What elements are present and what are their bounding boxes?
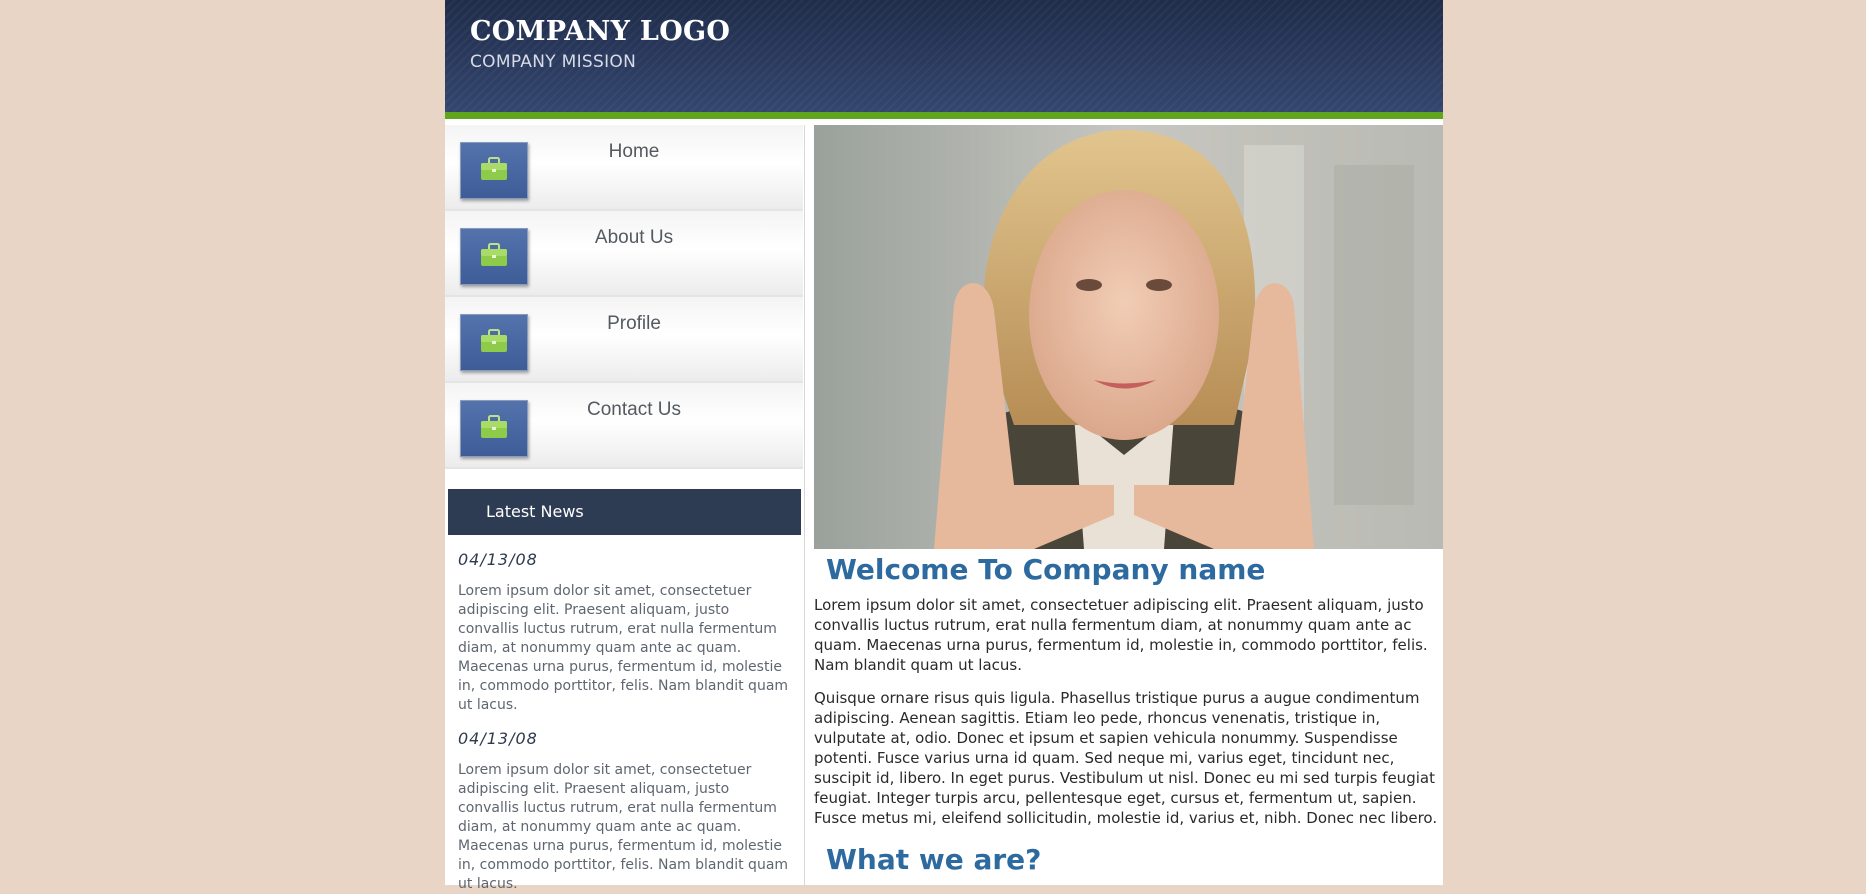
header-accent-line xyxy=(445,112,1443,119)
briefcase-icon xyxy=(460,400,528,457)
company-mission: COMPANY MISSION xyxy=(470,52,637,72)
latest-news-title: Latest News xyxy=(486,502,584,521)
nav-item-contact-us[interactable]: Contact Us xyxy=(445,383,803,469)
page-container: COMPANY LOGO COMPANY MISSION Home About … xyxy=(445,0,1443,892)
news-date: 04/13/08 xyxy=(458,729,538,748)
nav-label-contact-us: Contact Us xyxy=(587,399,681,420)
site-header: COMPANY LOGO COMPANY MISSION xyxy=(445,0,1443,112)
welcome-heading: Welcome To Company name xyxy=(826,553,1266,586)
company-logo[interactable]: COMPANY LOGO xyxy=(470,16,730,47)
news-text: Lorem ipsum dolor sit amet, consectetuer… xyxy=(458,583,789,713)
briefcase-icon xyxy=(460,142,528,199)
what-we-are-heading: What we are? xyxy=(826,843,1042,876)
welcome-paragraph-2: Quisque ornare risus quis ligula. Phasel… xyxy=(814,689,1438,827)
nav-label-profile: Profile xyxy=(607,313,661,334)
news-text: Lorem ipsum dolor sit amet, consectetuer… xyxy=(458,762,789,892)
latest-news-header: Latest News xyxy=(448,489,801,535)
nav-label-home: Home xyxy=(608,141,660,162)
nav-item-profile[interactable]: Profile xyxy=(445,297,803,383)
briefcase-icon xyxy=(460,228,528,285)
hero-image xyxy=(814,125,1443,549)
news-date: 04/13/08 xyxy=(458,550,538,569)
welcome-paragraph-1: Lorem ipsum dolor sit amet, consectetuer… xyxy=(814,596,1428,674)
nav-label-about-us: About Us xyxy=(594,227,674,248)
nav-item-about-us[interactable]: About Us xyxy=(445,211,803,297)
briefcase-icon xyxy=(460,314,528,371)
sidebar: Home About Us Profile Contact Us Latest … xyxy=(445,125,803,892)
nav-item-home[interactable]: Home xyxy=(445,125,803,211)
column-divider xyxy=(804,125,805,885)
